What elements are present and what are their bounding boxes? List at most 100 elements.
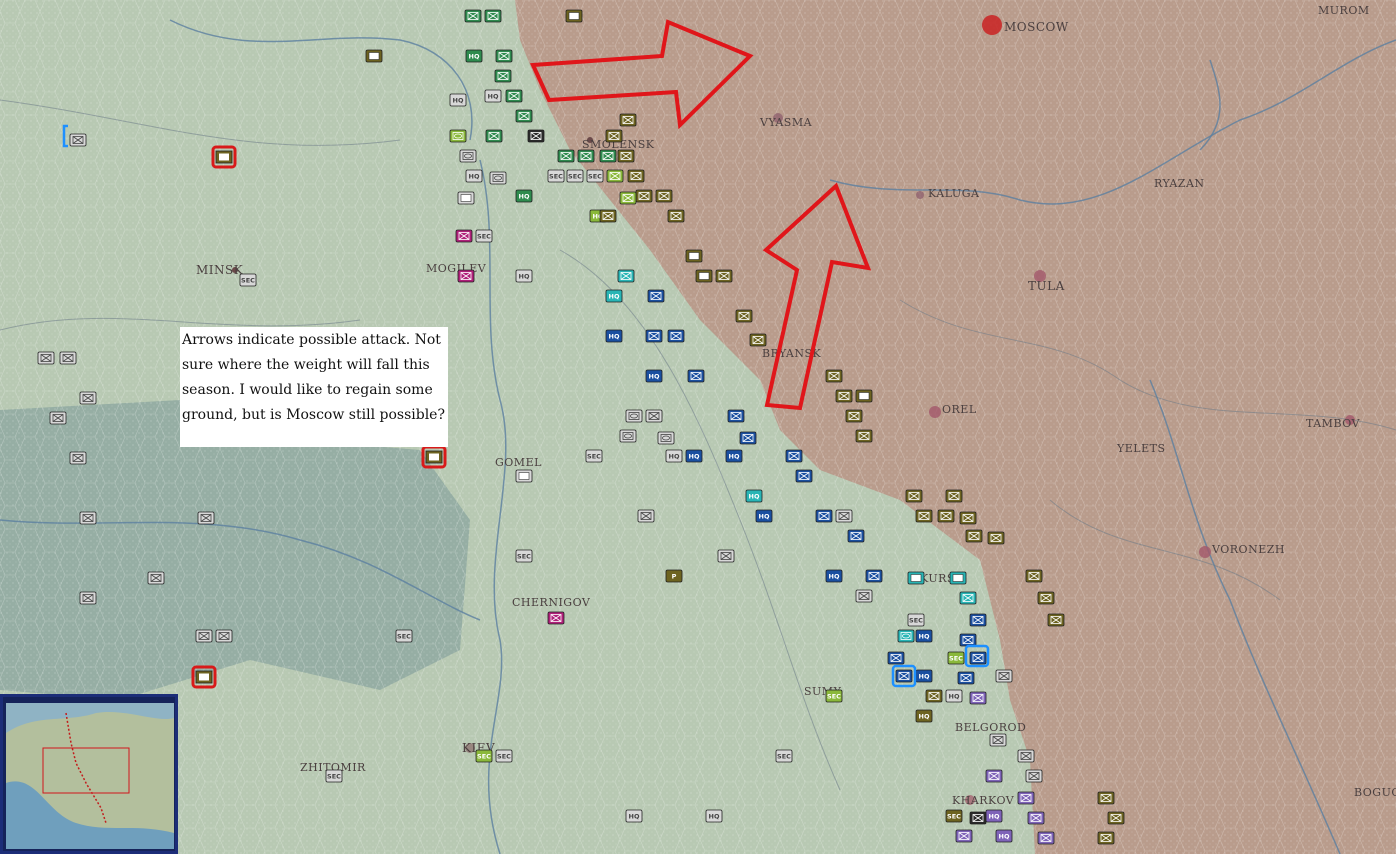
unit-counter[interactable]: SEC [547, 169, 565, 183]
unit-counter[interactable] [197, 511, 215, 525]
unit-counter[interactable] [1017, 749, 1035, 763]
unit-counter[interactable] [925, 689, 943, 703]
unit-counter[interactable] [937, 509, 955, 523]
unit-counter[interactable] [955, 829, 973, 843]
unit-counter[interactable] [1027, 811, 1045, 825]
unit-counter[interactable] [1107, 811, 1125, 825]
city-murom[interactable]: MUROM [1318, 4, 1370, 17]
unit-counter[interactable]: HQ [449, 93, 467, 107]
unit-counter[interactable] [1017, 791, 1035, 805]
unit-counter[interactable] [969, 651, 987, 665]
unit-counter[interactable] [515, 109, 533, 123]
unit-counter[interactable] [897, 629, 915, 643]
unit-counter[interactable] [795, 469, 813, 483]
unit-counter[interactable]: SEC [945, 809, 963, 823]
unit-counter[interactable]: HQ [484, 89, 502, 103]
city-boguchar[interactable]: BOGUCHAR [1354, 786, 1396, 799]
unit-counter[interactable]: HQ [995, 829, 1013, 843]
unit-counter[interactable] [599, 149, 617, 163]
unit-counter[interactable] [457, 269, 475, 283]
unit-counter[interactable] [647, 289, 665, 303]
city-minsk[interactable]: MINSK [196, 263, 244, 277]
unit-counter[interactable] [457, 191, 475, 205]
unit-counter[interactable] [847, 529, 865, 543]
city-mogilev[interactable]: MOGILEV [426, 262, 487, 275]
unit-counter[interactable]: HQ [685, 449, 703, 463]
unit-counter[interactable] [464, 9, 482, 23]
unit-counter[interactable] [905, 489, 923, 503]
unit-counter[interactable] [557, 149, 575, 163]
unit-counter[interactable] [685, 249, 703, 263]
unit-counter[interactable] [599, 209, 617, 223]
city-vyasma[interactable]: VYASMA [759, 113, 813, 129]
unit-counter[interactable]: HQ [745, 489, 763, 503]
unit-counter[interactable] [949, 571, 967, 585]
unit-counter[interactable] [527, 129, 545, 143]
unit-counter[interactable] [619, 429, 637, 443]
unit-counter[interactable]: SEC [566, 169, 584, 183]
unit-counter[interactable] [887, 651, 905, 665]
unit-counter[interactable] [195, 629, 213, 643]
unit-counter[interactable] [855, 389, 873, 403]
unit-counter[interactable] [547, 611, 565, 625]
unit-counter[interactable] [815, 509, 833, 523]
unit-counter[interactable] [845, 409, 863, 423]
unit-counter[interactable]: SEC [475, 749, 493, 763]
unit-counter[interactable]: P [665, 569, 683, 583]
unit-counter[interactable] [627, 169, 645, 183]
unit-counter[interactable]: HQ [515, 269, 533, 283]
city-kharkov[interactable]: KHARKOV [952, 794, 1015, 807]
unit-counter[interactable] [619, 113, 637, 127]
unit-counter[interactable] [59, 351, 77, 365]
unit-counter[interactable] [485, 129, 503, 143]
unit-counter[interactable]: SEC [475, 229, 493, 243]
unit-counter[interactable] [667, 329, 685, 343]
unit-counter[interactable] [959, 511, 977, 525]
unit-counter[interactable]: SEC [825, 689, 843, 703]
unit-counter[interactable] [79, 391, 97, 405]
unit-counter[interactable] [455, 229, 473, 243]
unit-counter[interactable] [577, 149, 595, 163]
unit-counter[interactable] [825, 369, 843, 383]
city-tambov[interactable]: TAMBOV [1306, 415, 1361, 430]
unit-counter[interactable]: SEC [907, 613, 925, 627]
unit-counter[interactable]: HQ [945, 689, 963, 703]
unit-counter[interactable] [895, 669, 913, 683]
city-ryazan[interactable]: RYAZAN [1154, 177, 1205, 190]
city-yelets[interactable]: YELETS [1116, 442, 1166, 455]
unit-counter[interactable]: HQ [825, 569, 843, 583]
unit-counter[interactable] [989, 733, 1007, 747]
unit-counter[interactable] [494, 69, 512, 83]
unit-counter[interactable] [1097, 831, 1115, 845]
unit-counter[interactable]: SEC [239, 273, 257, 287]
unit-counter[interactable]: SEC [585, 449, 603, 463]
unit-counter[interactable] [687, 369, 705, 383]
unit-counter[interactable] [484, 9, 502, 23]
unit-counter[interactable] [635, 189, 653, 203]
unit-counter[interactable] [495, 49, 513, 63]
city-chernigov[interactable]: CHERNIGOV [512, 596, 591, 609]
unit-counter[interactable] [907, 571, 925, 585]
unit-counter[interactable]: HQ [705, 809, 723, 823]
unit-counter[interactable] [695, 269, 713, 283]
unit-counter[interactable] [865, 569, 883, 583]
unit-counter[interactable] [657, 431, 675, 445]
unit-counter[interactable] [1037, 831, 1055, 845]
minimap[interactable] [0, 694, 178, 854]
unit-counter[interactable] [915, 509, 933, 523]
unit-counter[interactable] [957, 671, 975, 685]
unit-counter[interactable] [79, 511, 97, 525]
unit-counter[interactable] [969, 691, 987, 705]
unit-counter[interactable] [959, 633, 977, 647]
unit-counter[interactable] [617, 149, 635, 163]
unit-counter[interactable] [619, 191, 637, 205]
minimap-view[interactable] [6, 703, 174, 849]
unit-counter[interactable] [617, 269, 635, 283]
unit-counter[interactable] [69, 133, 87, 147]
unit-counter[interactable] [505, 89, 523, 103]
unit-counter[interactable] [645, 409, 663, 423]
unit-counter[interactable] [489, 171, 507, 185]
city-belgorod[interactable]: BELGOROD [955, 721, 1026, 734]
unit-counter[interactable] [969, 811, 987, 825]
unit-counter[interactable] [645, 329, 663, 343]
